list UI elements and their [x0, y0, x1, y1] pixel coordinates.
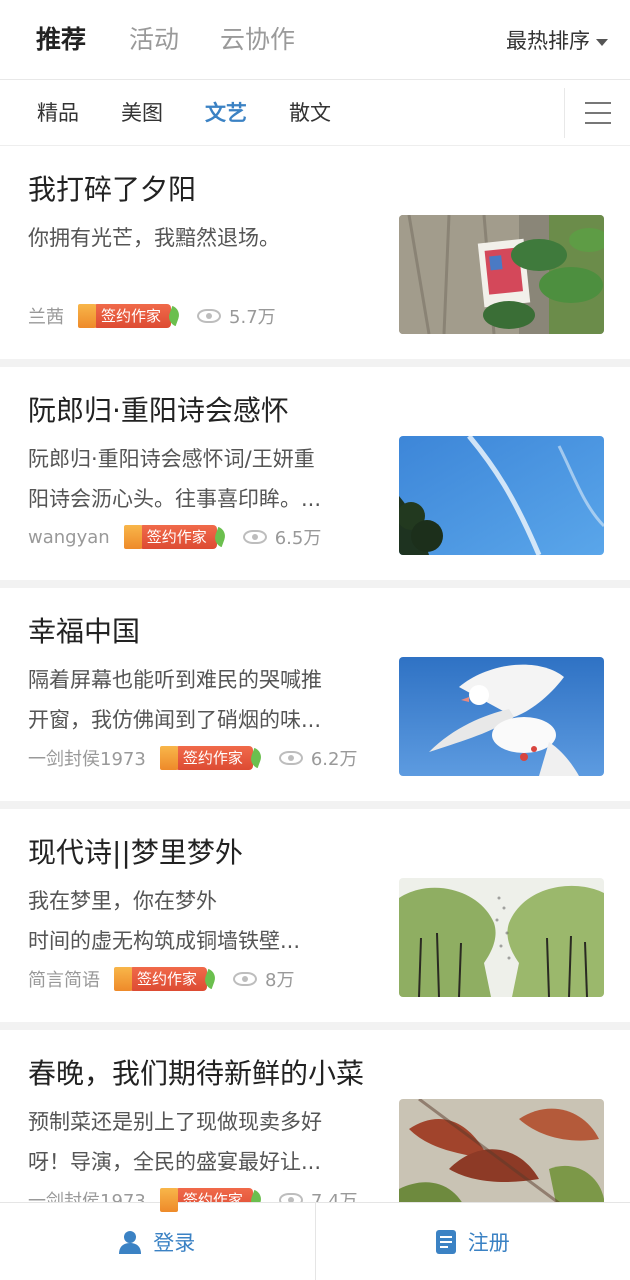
category-tab-label: 精品 [37, 101, 79, 125]
tree-photo-thumbnail[interactable] [399, 215, 604, 334]
register-label: 注册 [467, 1230, 510, 1255]
article-card[interactable]: 现代诗||梦里梦外 我在梦里，你在梦外 时间的虚无构筑成铜墙铁壁... 简言简语… [0, 809, 630, 1030]
summary-line: 开窗，我仿佛闻到了硝烟的味... [28, 708, 322, 732]
author-name[interactable]: 一剑封侯1973 [28, 745, 146, 771]
view-count-value: 5.7万 [229, 307, 276, 328]
leaves-photo-thumbnail[interactable] [399, 1099, 604, 1218]
summary-line: 时间的虚无构筑成铜墙铁壁... [28, 929, 301, 953]
article-summary: 预制菜还是别上了现做现卖多好 呀！导演，全民的盛宴最好让... [28, 1102, 368, 1182]
book-icon [159, 746, 178, 770]
category-tab-label: 美图 [121, 101, 163, 125]
book-icon [78, 304, 96, 328]
category-tab-images[interactable]: 美图 [121, 98, 163, 128]
article-meta: 兰茜 签约作家 5.7万 [28, 300, 276, 332]
login-label: 登录 [153, 1230, 196, 1255]
signed-writer-badge: 签约作家 [123, 523, 228, 551]
view-count: 6.2万 [278, 745, 358, 771]
category-tab-bar: 精品 美图 文艺 散文 [0, 80, 630, 146]
summary-line: 我在梦里，你在梦外 [28, 889, 217, 913]
summary-line: 阳诗会沥心头。往事喜印眸。... [28, 487, 322, 511]
eye-icon [278, 751, 303, 765]
signed-writer-badge: 签约作家 [78, 302, 182, 330]
caret-down-icon [596, 38, 608, 46]
badge-label: 签约作家 [93, 304, 172, 328]
article-title: 我打碎了夕阳 [28, 173, 197, 206]
author-name[interactable]: wangyan [28, 527, 110, 548]
sky-photo-thumbnail[interactable] [399, 436, 604, 555]
view-count-value: 6.2万 [310, 749, 358, 770]
signed-writer-badge: 签约作家 [159, 744, 264, 772]
signed-writer-badge: 签约作家 [114, 965, 218, 993]
sort-label: 最热排序 [506, 29, 590, 53]
faces-trees-photo-thumbnail[interactable] [399, 878, 604, 997]
article-card[interactable]: 幸福中国 隔着屏幕也能听到难民的哭喊推 开窗，我仿佛闻到了硝烟的味... 一剑封… [0, 588, 630, 809]
tab-recommend-label: 推荐 [36, 25, 87, 54]
eye-icon [233, 972, 258, 986]
article-list: 我打碎了夕阳 你拥有光芒，我黯然退场。 兰茜 签约作家 5.7万 阮郎归·重阳诗… [0, 146, 630, 1251]
article-title: 现代诗||梦里梦外 [28, 836, 243, 869]
article-title: 幸福中国 [28, 615, 141, 648]
author-name[interactable]: 兰茜 [28, 303, 64, 329]
article-meta: 一剑封侯1973 签约作家 6.2万 [28, 742, 357, 774]
bottom-action-bar: 登录 注册 [0, 1202, 630, 1280]
register-button[interactable]: 注册 [314, 1203, 630, 1280]
view-count: 5.7万 [197, 303, 276, 329]
user-icon [119, 1230, 142, 1254]
login-button[interactable]: 登录 [0, 1203, 315, 1280]
dove-photo-thumbnail[interactable] [399, 657, 604, 776]
view-count-value: 8万 [265, 970, 295, 991]
summary-line: 阮郎归·重阳诗会感怀词/王妍重 [28, 447, 315, 471]
menu-icon[interactable] [564, 88, 630, 138]
book-icon [123, 525, 142, 549]
summary-line: 你拥有光芒，我黯然退场。 [28, 226, 280, 250]
category-tab-label: 文艺 [205, 101, 247, 125]
book-icon [159, 1188, 178, 1212]
category-tab-featured[interactable]: 精品 [37, 98, 79, 128]
tab-activities[interactable]: 活动 [129, 22, 179, 58]
eye-icon [242, 530, 267, 544]
eye-icon [197, 309, 222, 323]
badge-label: 签约作家 [174, 746, 253, 770]
summary-line: 隔着屏幕也能听到难民的哭喊推 [28, 668, 322, 692]
view-count: 8万 [233, 966, 294, 992]
category-tab-label: 散文 [289, 101, 331, 125]
summary-line: 呀！导演，全民的盛宴最好让... [28, 1150, 322, 1174]
article-summary: 阮郎归·重阳诗会感怀词/王妍重 阳诗会沥心头。往事喜印眸。... [28, 439, 368, 519]
article-meta: wangyan 签约作家 6.5万 [28, 521, 321, 553]
sort-dropdown[interactable]: 最热排序 [506, 26, 608, 56]
tab-activities-label: 活动 [129, 25, 180, 54]
summary-line: 预制菜还是别上了现做现卖多好 [28, 1110, 322, 1134]
book-icon [114, 967, 132, 991]
article-title: 阮郎归·重阳诗会感怀 [28, 394, 289, 427]
top-tab-bar: 推荐 活动 云协作 最热排序 [0, 0, 630, 80]
article-card[interactable]: 阮郎归·重阳诗会感怀 阮郎归·重阳诗会感怀词/王妍重 阳诗会沥心头。往事喜印眸。… [0, 367, 630, 588]
category-tab-literary[interactable]: 文艺 [205, 98, 247, 128]
author-name[interactable]: 简言简语 [28, 966, 100, 992]
document-icon [435, 1229, 456, 1254]
article-summary: 隔着屏幕也能听到难民的哭喊推 开窗，我仿佛闻到了硝烟的味... [28, 660, 368, 740]
article-card[interactable]: 我打碎了夕阳 你拥有光芒，我黯然退场。 兰茜 签约作家 5.7万 [0, 146, 630, 367]
view-count: 6.5万 [242, 524, 322, 550]
article-title: 春晚，我们期待新鲜的小菜 [28, 1057, 365, 1090]
tab-cloud-collab[interactable]: 云协作 [220, 22, 295, 58]
tab-recommend[interactable]: 推荐 [36, 22, 87, 58]
article-meta: 简言简语 签约作家 8万 [28, 963, 294, 995]
category-tab-prose[interactable]: 散文 [289, 98, 331, 128]
tab-cloud-collab-label: 云协作 [220, 25, 296, 54]
article-summary: 你拥有光芒，我黯然退场。 [28, 218, 368, 258]
view-count-value: 6.5万 [274, 528, 322, 549]
article-summary: 我在梦里，你在梦外 时间的虚无构筑成铜墙铁壁... [28, 881, 368, 961]
badge-label: 签约作家 [138, 525, 217, 549]
badge-label: 签约作家 [129, 967, 208, 991]
